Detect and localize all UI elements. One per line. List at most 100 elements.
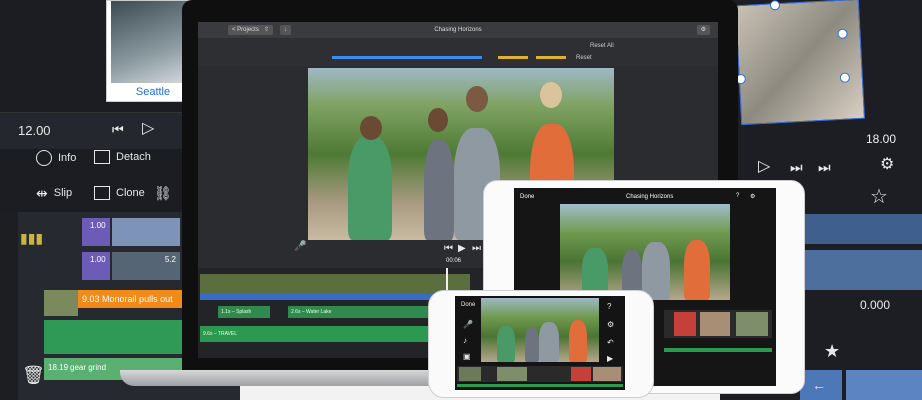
ipad-video-preview (560, 204, 730, 300)
mac-window-titlebar: Chasing Horizons < Projects ⇧ ↓ ⚙ (198, 22, 718, 38)
play-icon[interactable]: ▶ (458, 242, 466, 256)
trash-icon[interactable]: 🗑 (22, 366, 45, 384)
orange-clip[interactable]: 9.03 Monorail pulls out (78, 290, 182, 308)
detach-label: Detach (116, 151, 151, 163)
help-icon[interactable]: ? (736, 193, 739, 199)
undo-icon[interactable]: ↶ (607, 336, 614, 350)
iphone-done-button[interactable]: Done (461, 302, 475, 308)
audio-clip-splash[interactable]: 1.1s – Splash (218, 306, 270, 318)
timecode: 00:06 (446, 258, 462, 264)
resize-handle[interactable] (839, 72, 851, 83)
ipad-clip-strip[interactable] (664, 310, 772, 338)
track-header-column (0, 212, 18, 400)
skip-back-icon[interactable]: ⏮ (112, 123, 124, 137)
green-audio-clip[interactable] (44, 320, 182, 354)
slip-icon: ⇹ (36, 185, 48, 201)
person-figure (684, 240, 710, 300)
skip-forward-icon[interactable]: ⏭ (818, 160, 831, 174)
time-end-readout: 18.00 (866, 132, 897, 146)
info-label: Info (58, 152, 77, 164)
detach-icon (94, 150, 110, 164)
person-tile[interactable] (846, 370, 922, 400)
clip-thumbnail (571, 367, 591, 381)
star-outline-icon[interactable]: ☆ (870, 187, 888, 207)
warm-slider[interactable] (498, 56, 528, 59)
clip-thumbnail (497, 367, 527, 381)
play-icon[interactable]: ▶ (607, 352, 613, 366)
star-filled-icon[interactable]: ★ (824, 342, 840, 360)
purple-clip-1[interactable]: 1.00 (82, 218, 110, 246)
bike-photo-card[interactable] (734, 0, 866, 126)
projects-button[interactable]: < Projects (228, 25, 263, 35)
info-tool[interactable]: Info (36, 150, 76, 166)
person-figure (497, 326, 515, 362)
help-icon[interactable]: ? (607, 300, 611, 314)
clip-thumbnail (674, 312, 696, 336)
clone-tool[interactable]: Clone (94, 186, 145, 200)
skip-back-icon[interactable]: ⏮ (444, 242, 453, 256)
share-icon[interactable]: ⇧ (260, 25, 274, 35)
orange-clip-label: Monorail pulls out (102, 294, 173, 304)
settings-icon[interactable]: ⚙ (750, 193, 755, 200)
time-start-readout: 12.00 (18, 123, 51, 138)
tint-slider[interactable] (536, 56, 566, 59)
reset-all-button[interactable]: Reset All (590, 43, 614, 49)
audio-levels-icon: ▮▮▮ (20, 230, 44, 246)
grey-clip[interactable]: 5.2 (112, 252, 180, 280)
clip-thumbnail (459, 367, 481, 381)
person-figure (428, 108, 448, 132)
reset-button[interactable]: Reset (576, 55, 592, 61)
clone-icon (94, 186, 110, 200)
settings-icon[interactable]: ⚙ (607, 318, 614, 332)
camera-icon[interactable]: ▣ (463, 350, 471, 364)
right-track-strip-2[interactable] (800, 250, 922, 290)
right-track-strip-1[interactable] (800, 214, 922, 244)
microphone-icon[interactable]: 🎤 (294, 240, 306, 254)
download-icon[interactable]: ↓ (280, 25, 291, 35)
iphone-screen: Done 🎤 ♪ ▣ ? ⚙ ↶ ▶ (455, 296, 625, 390)
microphone-icon[interactable]: 🎤 (463, 318, 473, 332)
settings-icon[interactable]: ⚙ (696, 25, 710, 35)
back-arrow-button[interactable]: ← (800, 370, 842, 400)
thumb-clip[interactable] (44, 290, 78, 316)
iphone-clip-strip[interactable] (457, 366, 623, 382)
person-figure (539, 322, 559, 362)
back-arrow-icon: ← (812, 377, 826, 393)
person-figure (569, 320, 587, 362)
settings-card-icon[interactable]: ⚙ (880, 157, 894, 173)
green-clip-value: 18.19 (48, 363, 69, 372)
grey-clip-value: 5.2 (164, 255, 176, 264)
info-icon (36, 150, 52, 166)
mac-adjust-bar: Reset All Reset (198, 38, 718, 66)
audio-clip-travel-label: 9.6s – TRAVEL (203, 331, 237, 337)
detach-tool[interactable]: Detach (94, 150, 151, 164)
person-figure (525, 328, 539, 362)
ipad-audio-track[interactable] (664, 348, 772, 352)
slip-tool[interactable]: ⇹ Slip (36, 186, 72, 200)
play-icon-right[interactable]: ▷ (758, 159, 770, 175)
skip-forward-icon[interactable]: ⏭ (472, 242, 481, 256)
audio-clip-water-lake-label: 2.6s – Water Lake (291, 309, 332, 315)
link-icon[interactable]: ⛓ (154, 186, 172, 200)
person-figure (540, 82, 562, 108)
purple-clip-2[interactable]: 1.00 (82, 252, 110, 280)
resize-handle[interactable] (837, 28, 848, 39)
clone-label: Clone (116, 187, 145, 199)
ipad-window-title: Chasing Horizons (626, 194, 674, 200)
blue-clip[interactable] (112, 218, 180, 246)
orange-clip-value: 9.03 (82, 294, 100, 304)
color-slider[interactable] (332, 56, 482, 59)
step-forward-icon[interactable]: ⏭ (790, 160, 803, 174)
slip-label: Slip (53, 187, 73, 199)
ipad-done-button[interactable]: Done (520, 194, 534, 200)
person-figure (466, 86, 488, 112)
person-figure (348, 136, 392, 240)
audio-clip-splash-label: 1.1s – Splash (221, 309, 252, 315)
music-icon[interactable]: ♪ (463, 334, 467, 348)
green-clip-label: gear grind (70, 363, 107, 372)
iphone-audio-track[interactable] (457, 384, 623, 387)
video-clip-strip[interactable] (200, 274, 470, 294)
iphone-video-preview (481, 298, 599, 362)
resize-handle[interactable] (769, 0, 781, 11)
play-icon[interactable]: ▷ (142, 121, 154, 137)
